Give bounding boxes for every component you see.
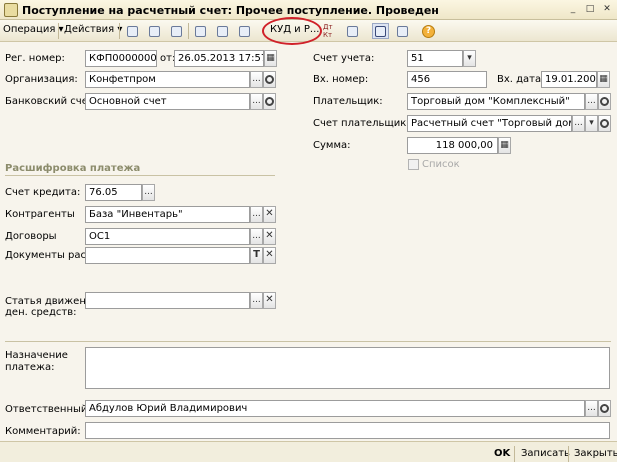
footer-separator [514, 446, 515, 462]
highlight-circle [262, 17, 322, 45]
toolbar-separator [58, 23, 59, 39]
calculator-icon[interactable]: ▦ [498, 137, 511, 154]
reg-number-label: Рег. номер: [5, 53, 65, 64]
save-button[interactable]: Записать [521, 448, 570, 459]
bottom-divider [5, 341, 611, 342]
section-title: Расшифровка платежа [5, 163, 141, 174]
section-divider [5, 175, 275, 176]
clear-icon[interactable]: ✕ [263, 206, 276, 223]
minimize-icon[interactable]: _ [566, 3, 580, 16]
reg-number-field[interactable]: КФП00000002 [85, 50, 157, 67]
contractors-label: Контрагенты [5, 209, 75, 220]
window-title: Поступление на расчетный счет: Прочее по… [22, 4, 439, 17]
bank-account-label: Банковский счет: [5, 96, 98, 107]
contracts-field[interactable]: ОС1 [85, 228, 250, 245]
actions-label: Действия [64, 24, 115, 35]
account-field[interactable]: 51 [407, 50, 463, 67]
list-view-icon[interactable] [394, 23, 411, 39]
title-bar: Поступление на расчетный счет: Прочее по… [0, 0, 617, 20]
clear-icon[interactable]: ✕ [263, 292, 276, 309]
org-label: Организация: [5, 74, 78, 85]
actions-menu[interactable]: Действия ▾ [64, 24, 122, 35]
print-setup-icon[interactable] [214, 23, 231, 39]
operation-label: Операция [3, 24, 56, 35]
search-icon[interactable] [598, 115, 611, 132]
comment-field[interactable] [85, 422, 610, 439]
search-icon[interactable] [263, 71, 276, 88]
bank-account-field[interactable]: Основной счет [85, 93, 250, 110]
comment-label: Комментарий: [5, 426, 81, 437]
bank-select-button[interactable]: ... [250, 93, 263, 110]
journal-icon[interactable] [344, 23, 361, 39]
search-icon[interactable] [263, 93, 276, 110]
dt-kt-icon[interactable]: Дт Кт [322, 23, 339, 39]
payer-account-select-button[interactable]: ... [572, 115, 585, 132]
close-icon[interactable]: ✕ [600, 3, 614, 16]
sum-label: Сумма: [313, 140, 351, 151]
credit-account-field[interactable]: 76.05 [85, 184, 142, 201]
chevron-down-icon[interactable]: ▾ [585, 115, 598, 132]
chevron-down-icon[interactable]: ▾ [463, 50, 476, 67]
contracts-select-button[interactable]: ... [250, 228, 263, 245]
calendar-icon[interactable]: ▦ [597, 71, 610, 88]
structure-icon[interactable] [372, 23, 389, 39]
purpose-label-line2: платежа: [5, 362, 55, 373]
toolbar-separator [188, 23, 189, 39]
list-checkbox[interactable] [408, 159, 419, 170]
date-field[interactable]: 26.05.2013 17:57:08 [174, 50, 264, 67]
contractors-field[interactable]: База "Инвентарь" [85, 206, 250, 223]
payer-account-field[interactable]: Расчетный счет "Торговый дом" [407, 115, 572, 132]
purpose-textarea[interactable] [85, 347, 610, 389]
toolbar-separator [119, 23, 120, 39]
payer-select-button[interactable]: ... [585, 93, 598, 110]
copy-icon[interactable] [124, 23, 141, 39]
clear-icon[interactable]: ✕ [263, 247, 276, 264]
calendar-icon[interactable]: ▦ [264, 50, 277, 67]
purpose-label: Назначение [5, 350, 68, 361]
cashflow-label-line2: ден. средств: [5, 307, 77, 318]
operation-menu[interactable]: Операция ▾ [3, 24, 64, 35]
account-label: Счет учета: [313, 53, 375, 64]
close-button[interactable]: Закрыть [574, 448, 617, 459]
ok-button[interactable]: OK [494, 448, 510, 459]
post-icon[interactable] [168, 23, 185, 39]
clear-icon[interactable]: ✕ [263, 228, 276, 245]
enter-based-icon[interactable] [236, 23, 253, 39]
payer-field[interactable]: Торговый дом "Комплексный" [407, 93, 585, 110]
responsible-select-button[interactable]: ... [585, 400, 598, 417]
payer-account-label: Счет плательщика: [313, 118, 416, 129]
in-number-label: Вх. номер: [313, 74, 369, 85]
document-icon [4, 3, 18, 17]
cashflow-field[interactable] [85, 292, 250, 309]
search-icon[interactable] [598, 93, 611, 110]
contractors-select-button[interactable]: ... [250, 206, 263, 223]
help-icon[interactable]: ? [420, 23, 437, 39]
org-select-button[interactable]: ... [250, 71, 263, 88]
in-date-label: Вх. дата: [497, 74, 545, 85]
search-icon[interactable] [598, 400, 611, 417]
docs-field[interactable] [85, 247, 250, 264]
help-label: ? [422, 24, 435, 38]
dt-kt-label: Дт Кт [323, 23, 333, 39]
responsible-label: Ответственный: [5, 404, 91, 415]
print-icon[interactable] [192, 23, 209, 39]
list-label: Список [422, 159, 460, 170]
maximize-icon[interactable]: □ [583, 3, 597, 16]
credit-account-select-button[interactable]: ... [142, 184, 155, 201]
footer-separator [568, 446, 569, 462]
sum-field[interactable]: 118 000,00 [407, 137, 498, 154]
org-field[interactable]: Конфетпром [85, 71, 250, 88]
refresh-icon[interactable] [146, 23, 163, 39]
type-icon[interactable]: T [250, 247, 263, 264]
cashflow-select-button[interactable]: ... [250, 292, 263, 309]
responsible-field[interactable]: Абдулов Юрий Владимирович [85, 400, 585, 417]
contracts-label: Договоры [5, 231, 57, 242]
in-number-field[interactable]: 456 [407, 71, 487, 88]
credit-account-label: Счет кредита: [5, 187, 81, 198]
payer-label: Плательщик: [313, 96, 383, 107]
in-date-field[interactable]: 19.01.2009 [541, 71, 597, 88]
docs-label: Документы рас... [5, 250, 96, 261]
